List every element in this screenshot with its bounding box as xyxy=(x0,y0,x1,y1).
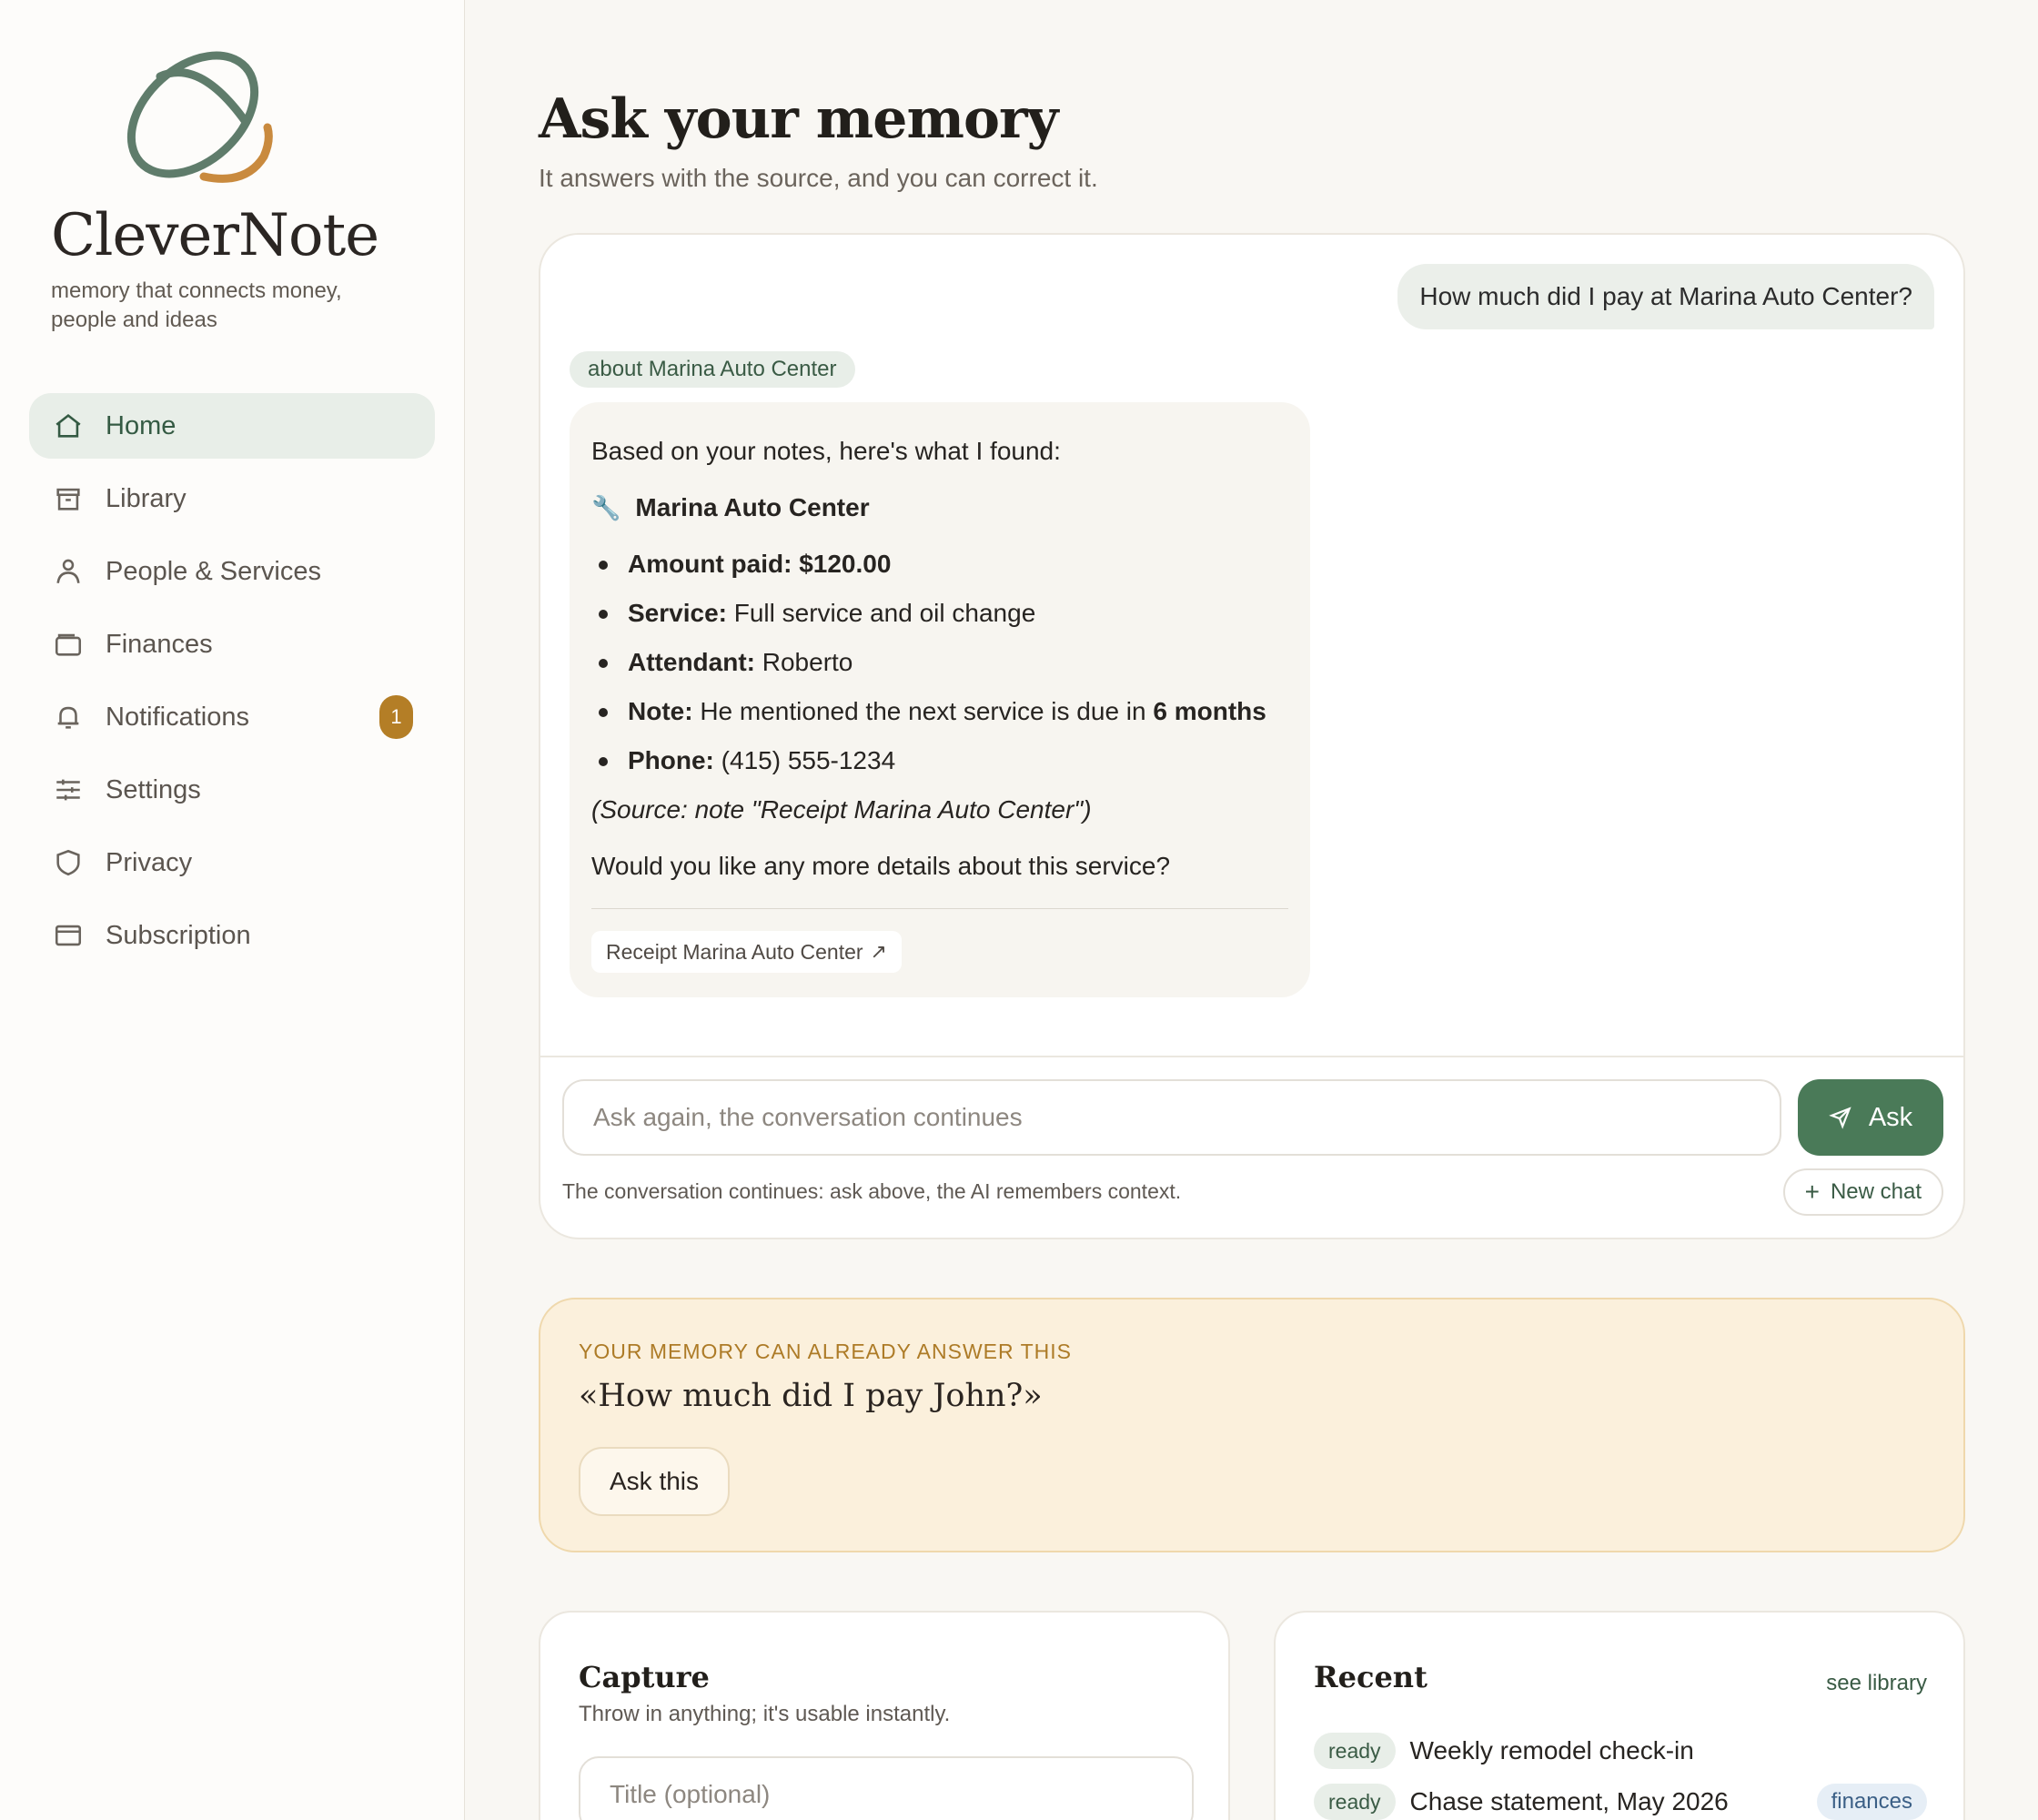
nav-item-label: Finances xyxy=(106,629,213,659)
item-value: He mentioned the next service is due in xyxy=(692,697,1154,725)
nav-item-label: Privacy xyxy=(106,847,193,877)
item-emphasis: 6 months xyxy=(1153,697,1266,725)
category-tag: finances xyxy=(1816,1784,1927,1820)
user-message-bubble: How much did I pay at Marina Auto Center… xyxy=(1397,264,1934,329)
wrench-icon: 🔧 xyxy=(591,494,621,521)
suggested-question: «How much did I pay John?» xyxy=(579,1378,1043,1414)
page-subtitle: It answers with the source, and you can … xyxy=(539,164,1098,192)
source-link-chip[interactable]: Receipt Marina Auto Center ↗ xyxy=(591,931,902,973)
main-nav: Home Library People & Services Finances … xyxy=(29,393,435,976)
chat-card: How much did I pay at Marina Auto Center… xyxy=(539,233,1965,1239)
bell-icon xyxy=(57,706,79,729)
suggestion-kicker: YOUR MEMORY CAN ALREADY ANSWER THIS xyxy=(579,1340,1072,1363)
plus-icon: + xyxy=(1804,1178,1820,1206)
sidebar: CleverNote memory that connects money, p… xyxy=(0,0,465,1820)
capture-subtitle: Throw in anything; it's usable instantly… xyxy=(579,1702,951,1726)
nav-item-label: Settings xyxy=(106,774,201,804)
answer-divider xyxy=(591,908,1288,909)
answer-followup: Would you like any more details about th… xyxy=(591,852,1171,880)
answer-source-note: (Source: note "Receipt Marina Auto Cente… xyxy=(591,795,1092,824)
person-icon xyxy=(56,559,80,583)
recent-item-title: Chase statement, May 2026 xyxy=(1409,1787,1729,1815)
item-value: (415) 555-1234 xyxy=(713,746,896,774)
nav-item-people-services[interactable]: People & Services xyxy=(29,539,435,604)
answer-intro: Based on your notes, here's what I found… xyxy=(591,437,1061,465)
notification-count-badge: 1 xyxy=(379,695,413,739)
external-link-icon: ↗ xyxy=(870,940,887,963)
recent-title: Recent xyxy=(1314,1660,1428,1694)
nav-item-label: Subscription xyxy=(106,920,251,950)
item-label: Note: xyxy=(628,697,693,725)
home-icon xyxy=(55,414,81,438)
capture-title: Capture xyxy=(579,1660,710,1694)
ask-button-label: Ask xyxy=(1868,1102,1913,1132)
capture-title-input[interactable] xyxy=(579,1756,1194,1820)
wallet-icon xyxy=(55,633,82,656)
recent-item[interactable]: ready Chase statement, May 2026 finances xyxy=(1314,1782,1927,1820)
nav-item-label: People & Services xyxy=(106,556,321,586)
nav-item-label: Library xyxy=(106,483,187,513)
answer-item-attendant: Attendant: Roberto xyxy=(591,644,1288,681)
ask-this-button[interactable]: Ask this xyxy=(579,1447,731,1516)
new-chat-button[interactable]: + New chat xyxy=(1782,1168,1943,1216)
source-link-label: Receipt Marina Auto Center xyxy=(606,939,863,964)
nav-item-subscription[interactable]: Subscription xyxy=(29,903,435,968)
chat-divider xyxy=(540,1056,1963,1057)
archive-icon xyxy=(56,488,80,511)
nav-item-notifications[interactable]: Notifications 1 xyxy=(29,684,435,750)
answer-heading: 🔧 Marina Auto Center xyxy=(591,490,1288,526)
shield-icon xyxy=(56,849,80,876)
answer-item-service: Service: Full service and oil change xyxy=(591,595,1288,632)
nav-item-label: Notifications xyxy=(106,702,249,732)
item-label: Attendant: xyxy=(628,648,755,676)
send-icon xyxy=(1829,1107,1851,1129)
status-badge: ready xyxy=(1314,1784,1396,1820)
recent-item-title: Weekly remodel check-in xyxy=(1409,1736,1694,1764)
nav-item-finances[interactable]: Finances xyxy=(29,612,435,677)
conversation-hint: The conversation continues: ask above, t… xyxy=(562,1179,1182,1203)
ask-input[interactable] xyxy=(562,1079,1781,1156)
see-library-link[interactable]: see library xyxy=(1826,1671,1927,1696)
new-chat-label: New chat xyxy=(1830,1179,1922,1204)
capture-card: Capture Throw in anything; it's usable i… xyxy=(539,1611,1230,1820)
recent-card: Recent see library ready Weekly remodel … xyxy=(1274,1611,1965,1820)
status-badge: ready xyxy=(1314,1733,1396,1769)
answer-heading-text: Marina Auto Center xyxy=(635,493,870,521)
item-label: Service: xyxy=(628,599,727,627)
assistant-answer: Based on your notes, here's what I found… xyxy=(570,402,1310,997)
suggestion-card: YOUR MEMORY CAN ALREADY ANSWER THIS «How… xyxy=(539,1298,1965,1552)
nav-item-privacy[interactable]: Privacy xyxy=(29,830,435,895)
item-value: Roberto xyxy=(754,648,853,676)
answer-item-phone: Phone: (415) 555-1234 xyxy=(591,743,1288,779)
answer-item-amount: Amount paid: $120.00 xyxy=(591,546,1288,582)
item-label: Amount paid: $120.00 xyxy=(628,550,892,578)
card-icon xyxy=(55,925,82,946)
page-title: Ask your memory xyxy=(539,87,1058,151)
answer-detail-list: Amount paid: $120.00 Service: Full servi… xyxy=(591,546,1288,779)
item-value: Full service and oil change xyxy=(726,599,1036,627)
nav-item-settings[interactable]: Settings xyxy=(29,757,435,823)
brand-tagline: memory that connects money, people and i… xyxy=(51,278,342,332)
nav-item-label: Home xyxy=(106,410,177,440)
item-label: Phone: xyxy=(628,746,714,774)
clevernote-logo xyxy=(126,51,273,183)
answer-item-note: Note: He mentioned the next service is d… xyxy=(591,693,1288,730)
sliders-icon xyxy=(56,779,80,801)
nav-item-home[interactable]: Home xyxy=(29,393,435,459)
nav-item-library[interactable]: Library xyxy=(29,466,435,531)
brand-name: CleverNote xyxy=(51,202,379,269)
recent-item[interactable]: ready Weekly remodel check-in xyxy=(1314,1731,1927,1771)
ask-button[interactable]: Ask xyxy=(1798,1079,1943,1156)
context-chip: about Marina Auto Center xyxy=(570,351,855,388)
